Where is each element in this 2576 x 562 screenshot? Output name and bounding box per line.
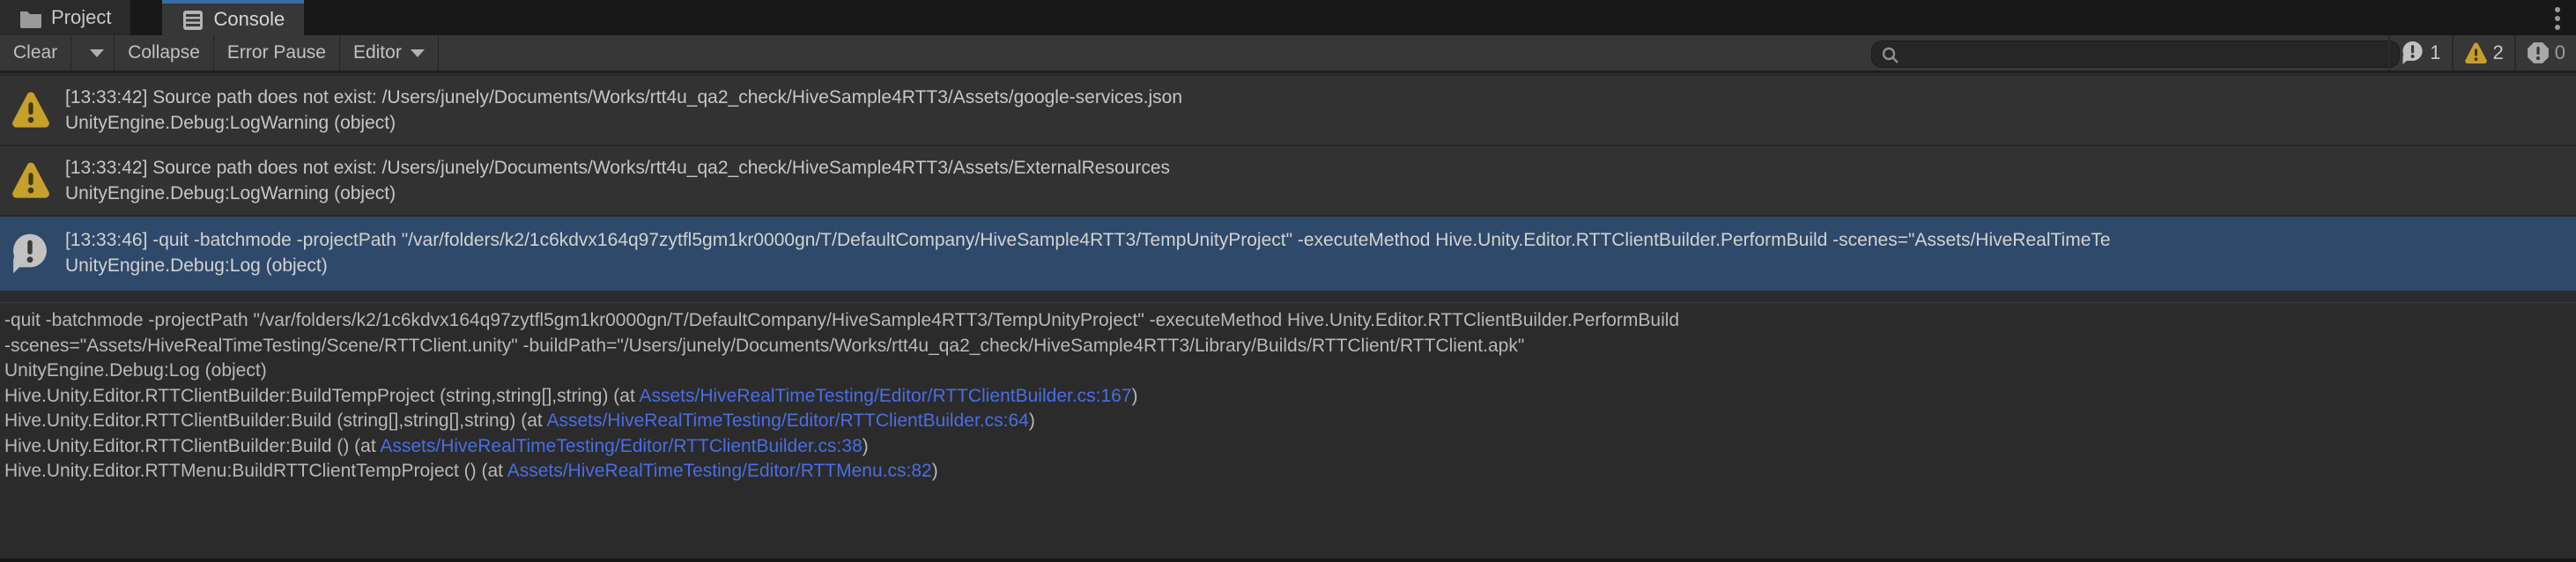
clear-button[interactable]: Clear bbox=[0, 35, 71, 70]
log-bubble-icon bbox=[11, 233, 51, 273]
log-message: [13:33:42] Source path does not exist: /… bbox=[65, 155, 2576, 181]
detail-text: ) bbox=[862, 436, 869, 456]
detail-text: ) bbox=[1132, 386, 1138, 406]
log-message: [13:33:46] -quit -batchmode -projectPath… bbox=[65, 227, 2576, 253]
clear-dropdown-button[interactable] bbox=[71, 35, 115, 70]
detail-text: ) bbox=[1029, 410, 1035, 431]
error-count-toggle[interactable]: 0 bbox=[2514, 35, 2576, 70]
detail-line: Hive.Unity.Editor.RTTClientBuilder:Build… bbox=[4, 384, 2568, 410]
stacktrace-file-link[interactable]: Assets/HiveRealTimeTesting/Editor/RTTCli… bbox=[380, 436, 862, 456]
unity-console-window: Project Console Clear Collapse Error Pau… bbox=[0, 0, 2576, 562]
warning-triangle-icon bbox=[11, 160, 51, 201]
tab-project-label: Project bbox=[51, 6, 111, 29]
log-source: UnityEngine.Debug:LogWarning (object) bbox=[65, 110, 2576, 136]
collapse-button[interactable]: Collapse bbox=[115, 35, 214, 70]
log-entry-row[interactable]: [13:33:42] Source path does not exist: /… bbox=[0, 146, 2576, 217]
editor-dropdown-button[interactable]: Editor bbox=[340, 35, 439, 70]
detail-text: -quit -batchmode -projectPath "/var/fold… bbox=[4, 310, 1679, 330]
kebab-menu-icon[interactable] bbox=[2553, 7, 2562, 30]
detail-text: Hive.Unity.Editor.RTTMenu:BuildRTTClient… bbox=[4, 461, 507, 481]
detail-line: -scenes="Assets/HiveRealTimeTesting/Scen… bbox=[4, 334, 2568, 359]
error-count: 0 bbox=[2555, 41, 2565, 64]
detail-text: UnityEngine.Debug:Log (object) bbox=[4, 360, 267, 381]
stacktrace-file-link[interactable]: Assets/HiveRealTimeTesting/Editor/RTTCli… bbox=[546, 410, 1028, 431]
error-octagon-icon bbox=[2527, 41, 2550, 64]
chevron-down-icon bbox=[90, 49, 104, 57]
detail-text: Hive.Unity.Editor.RTTClientBuilder:Build… bbox=[4, 386, 639, 406]
log-detail-pane: -quit -batchmode -projectPath "/var/fold… bbox=[0, 294, 2576, 558]
tab-console[interactable]: Console bbox=[162, 0, 304, 35]
detail-text: ) bbox=[932, 461, 938, 481]
clear-label: Clear bbox=[13, 42, 57, 63]
log-count-toggle[interactable]: 1 bbox=[2388, 35, 2451, 70]
warning-triangle-icon bbox=[2464, 41, 2488, 64]
search-icon bbox=[1881, 46, 1899, 63]
detail-line: UnityEngine.Debug:Log (object) bbox=[4, 359, 2568, 384]
console-toolbar: Clear Collapse Error Pause Editor 1 2 0 bbox=[0, 35, 2576, 73]
detail-text: -scenes="Assets/HiveRealTimeTesting/Scen… bbox=[4, 336, 1524, 356]
console-icon bbox=[181, 10, 204, 29]
stacktrace-file-link[interactable]: Assets/HiveRealTimeTesting/Editor/RTTCli… bbox=[639, 386, 1131, 406]
stacktrace-file-link[interactable]: Assets/HiveRealTimeTesting/Editor/RTTMen… bbox=[507, 461, 932, 481]
detail-text: Hive.Unity.Editor.RTTClientBuilder:Build… bbox=[4, 410, 546, 431]
chevron-down-icon bbox=[411, 49, 425, 57]
error-pause-button[interactable]: Error Pause bbox=[214, 35, 340, 70]
log-entry-row[interactable]: [13:33:46] -quit -batchmode -projectPath… bbox=[0, 217, 2576, 291]
log-level-counters: 1 2 0 bbox=[2388, 35, 2576, 70]
log-source: UnityEngine.Debug:LogWarning (object) bbox=[65, 181, 2576, 206]
detail-line: Hive.Unity.Editor.RTTClientBuilder:Build… bbox=[4, 409, 2568, 434]
detail-pane-divider bbox=[0, 302, 2576, 303]
detail-stacktrace: -quit -batchmode -projectPath "/var/fold… bbox=[4, 308, 2568, 484]
warning-triangle-icon bbox=[11, 90, 51, 130]
folder-icon bbox=[19, 8, 42, 27]
search-box[interactable] bbox=[1871, 41, 2400, 68]
log-source: UnityEngine.Debug:Log (object) bbox=[65, 253, 2576, 278]
log-count: 1 bbox=[2430, 41, 2440, 64]
tab-bar: Project Console bbox=[0, 0, 2576, 35]
detail-text: Hive.Unity.Editor.RTTClientBuilder:Build… bbox=[4, 436, 380, 456]
log-bubble-icon bbox=[2401, 41, 2424, 65]
log-message: [13:33:42] Source path does not exist: /… bbox=[65, 85, 2576, 110]
tab-console-label: Console bbox=[213, 8, 285, 31]
warning-count: 2 bbox=[2493, 41, 2504, 64]
collapse-label: Collapse bbox=[128, 42, 200, 63]
error-pause-label: Error Pause bbox=[227, 42, 326, 63]
warning-count-toggle[interactable]: 2 bbox=[2452, 35, 2514, 70]
log-entry-row[interactable]: [13:33:42] Source path does not exist: /… bbox=[0, 76, 2576, 146]
detail-line: Hive.Unity.Editor.RTTClientBuilder:Build… bbox=[4, 434, 2568, 460]
detail-line: -quit -batchmode -projectPath "/var/fold… bbox=[4, 308, 2568, 334]
editor-label: Editor bbox=[353, 42, 402, 63]
tab-project[interactable]: Project bbox=[0, 0, 130, 35]
log-entry-list: [13:33:42] Source path does not exist: /… bbox=[0, 76, 2576, 291]
search-input[interactable] bbox=[1906, 43, 2381, 65]
detail-line: Hive.Unity.Editor.RTTMenu:BuildRTTClient… bbox=[4, 459, 2568, 484]
